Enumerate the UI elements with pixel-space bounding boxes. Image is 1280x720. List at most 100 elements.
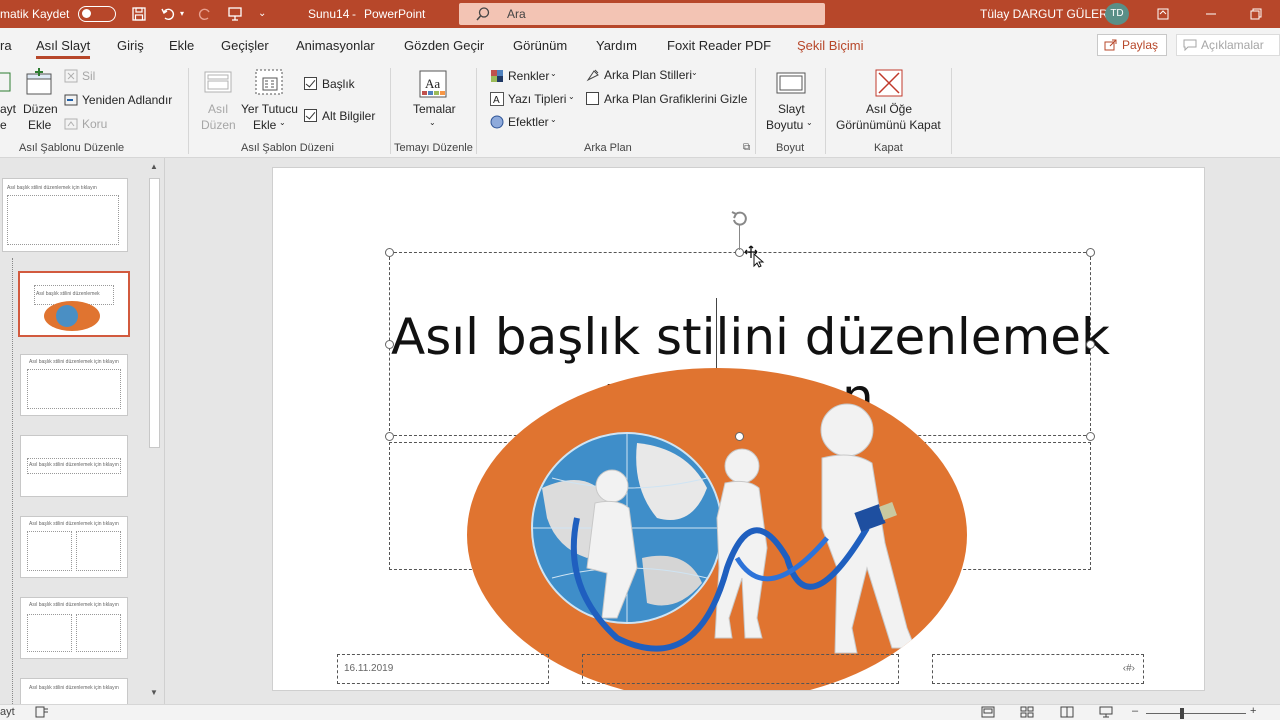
redo-icon[interactable] [195, 4, 215, 24]
tab-review[interactable]: Gözden Geçir [404, 38, 484, 53]
master-layout-icon[interactable] [203, 70, 233, 96]
slide-size-label2[interactable]: Boyutu [766, 118, 803, 132]
thumbnail-layout[interactable]: Asıl başlık stilini düzenlemek için tıkl… [20, 435, 128, 497]
save-icon[interactable] [129, 4, 149, 24]
fonts-icon[interactable]: A [490, 92, 504, 106]
tab-help[interactable]: Yardım [596, 38, 637, 53]
comments-button[interactable]: Açıklamalar [1176, 34, 1280, 56]
footer-placeholder[interactable] [582, 654, 899, 684]
footer-date-placeholder[interactable]: 16.11.2019 [337, 654, 549, 684]
slide-sorter-icon[interactable] [1020, 706, 1034, 720]
insert-layout-label1[interactable]: Düzen [23, 102, 58, 116]
colors-dropdown-icon[interactable]: ⌄ [550, 69, 557, 78]
share-button[interactable]: Paylaş [1097, 34, 1167, 56]
resize-handle[interactable] [385, 248, 394, 257]
normal-view-icon[interactable] [981, 706, 995, 720]
scroll-up-icon[interactable]: ▲ [150, 162, 158, 171]
thumbnail-scrollbar[interactable]: ▲ ▼ [147, 160, 162, 702]
insert-slide-master-label2[interactable]: e [0, 118, 7, 132]
close-master-view-label2[interactable]: Görünümünü Kapat [836, 118, 941, 132]
slide-size-label1[interactable]: Slayt [778, 102, 805, 116]
tab-view[interactable]: Görünüm [513, 38, 567, 53]
dialog-launcher-icon[interactable]: ⧉ [743, 142, 750, 153]
thumbnail-layout[interactable]: Asıl başlık stilini düzenlemek için tıkl… [20, 516, 128, 578]
tab-foxit[interactable]: Foxit Reader PDF [667, 38, 771, 53]
insert-layout-label2[interactable]: Ekle [28, 118, 51, 132]
effects-dropdown-icon[interactable]: ⌄ [550, 115, 557, 124]
background-styles-dropdown-icon[interactable]: ⌄ [691, 68, 698, 77]
effects-label[interactable]: Efektler [508, 115, 549, 129]
tab-home[interactable]: Giriş [117, 38, 144, 53]
master-layout-label1[interactable]: Asıl [208, 102, 228, 116]
present-icon[interactable] [225, 4, 245, 24]
minimize-icon[interactable] [1193, 0, 1229, 28]
close-master-view-label1[interactable]: Asıl Öğe [866, 102, 912, 116]
slide[interactable]: Asıl başlık stilini düzenlemek i n n [272, 167, 1205, 691]
background-styles-label[interactable]: Arka Plan Stilleri [604, 68, 692, 82]
thumbnail-master[interactable]: Asıl başlık stilini düzenlemek için tıkl… [2, 178, 128, 252]
delete-icon[interactable] [64, 69, 78, 83]
hide-background-checkbox[interactable] [586, 92, 599, 105]
resize-handle[interactable] [1086, 340, 1095, 349]
tab-slide-master[interactable]: Asıl Slayt [36, 38, 91, 59]
accessibility-icon[interactable] [35, 706, 49, 720]
footers-checkbox[interactable] [304, 109, 317, 122]
scroll-down-icon[interactable]: ▼ [150, 688, 158, 697]
resize-handle[interactable] [385, 432, 394, 441]
search-box[interactable]: Ara [459, 3, 825, 25]
resize-handle[interactable] [735, 432, 744, 441]
slide-number-placeholder[interactable]: ‹#› [932, 654, 1144, 684]
restore-icon[interactable] [1238, 0, 1274, 28]
preserve-label[interactable]: Koru [82, 117, 107, 131]
undo-icon[interactable] [158, 4, 178, 24]
resize-handle[interactable] [385, 340, 394, 349]
insert-placeholder-label1[interactable]: Yer Tutucu [241, 102, 298, 116]
close-master-view-icon[interactable] [874, 68, 904, 98]
background-styles-icon[interactable] [586, 68, 600, 82]
themes-icon[interactable]: Aa [417, 68, 449, 100]
insert-layout-icon[interactable] [24, 68, 54, 96]
slide-size-dropdown-icon[interactable]: ⌄ [806, 118, 813, 127]
rename-label[interactable]: Yeniden Adlandır [82, 93, 172, 107]
rename-icon[interactable] [64, 93, 78, 107]
customize-qat-icon[interactable]: ⌄ [258, 0, 266, 28]
scrollbar-thumb[interactable] [149, 178, 160, 448]
tab-animations[interactable]: Animasyonlar [296, 38, 375, 53]
thumbnail-layout[interactable]: Asıl başlık stilini düzenlemek için tıkl… [20, 678, 128, 704]
insert-slide-master-label1[interactable]: ayt [0, 102, 16, 116]
ribbon-display-icon[interactable] [1145, 0, 1181, 28]
delete-label[interactable]: Sil [82, 69, 95, 83]
thumbnail-layout[interactable]: Asıl başlık stilini düzenlemek için tıkl… [20, 597, 128, 659]
zoom-slider-thumb[interactable] [1180, 708, 1184, 719]
slide-title-text[interactable]: Asıl başlık stilini düzenlemek [391, 308, 1110, 366]
thumbnail-selected-layout[interactable]: Asıl başlık stilini düzenlemek [18, 271, 130, 337]
undo-dropdown-icon[interactable]: ▾ [180, 0, 184, 28]
insert-slide-master-icon[interactable] [0, 70, 12, 94]
thumbnail-layout[interactable]: Asıl başlık stilini düzenlemek için tıkl… [20, 354, 128, 416]
resize-handle[interactable] [1086, 432, 1095, 441]
avatar[interactable]: TD [1105, 3, 1129, 25]
colors-label[interactable]: Renkler [508, 69, 549, 83]
master-layout-label2[interactable]: Düzen [201, 118, 236, 132]
fonts-dropdown-icon[interactable]: ⌄ [568, 92, 575, 101]
preserve-icon[interactable] [64, 117, 78, 131]
effects-icon[interactable] [490, 115, 504, 129]
autosave-toggle[interactable] [78, 6, 116, 22]
tab-partial[interactable]: ra [0, 38, 12, 53]
slideshow-icon[interactable] [1099, 706, 1113, 720]
tab-transitions[interactable]: Geçişler [221, 38, 269, 53]
fonts-label[interactable]: Yazı Tipleri [508, 92, 566, 106]
themes-dropdown-icon[interactable]: ⌄ [429, 118, 436, 127]
zoom-in-icon[interactable]: + [1250, 705, 1256, 717]
rotate-handle-icon[interactable] [728, 208, 752, 230]
tab-insert[interactable]: Ekle [169, 38, 194, 53]
zoom-slider[interactable] [1146, 713, 1246, 714]
ellipse-picture[interactable] [467, 368, 967, 690]
slide-size-icon[interactable] [775, 70, 807, 98]
reading-view-icon[interactable] [1060, 706, 1074, 720]
zoom-out-icon[interactable]: – [1132, 705, 1138, 717]
insert-placeholder-label2[interactable]: Ekle [253, 118, 276, 132]
resize-handle[interactable] [1086, 248, 1095, 257]
title-checkbox[interactable] [304, 77, 317, 90]
colors-icon[interactable] [490, 69, 504, 83]
